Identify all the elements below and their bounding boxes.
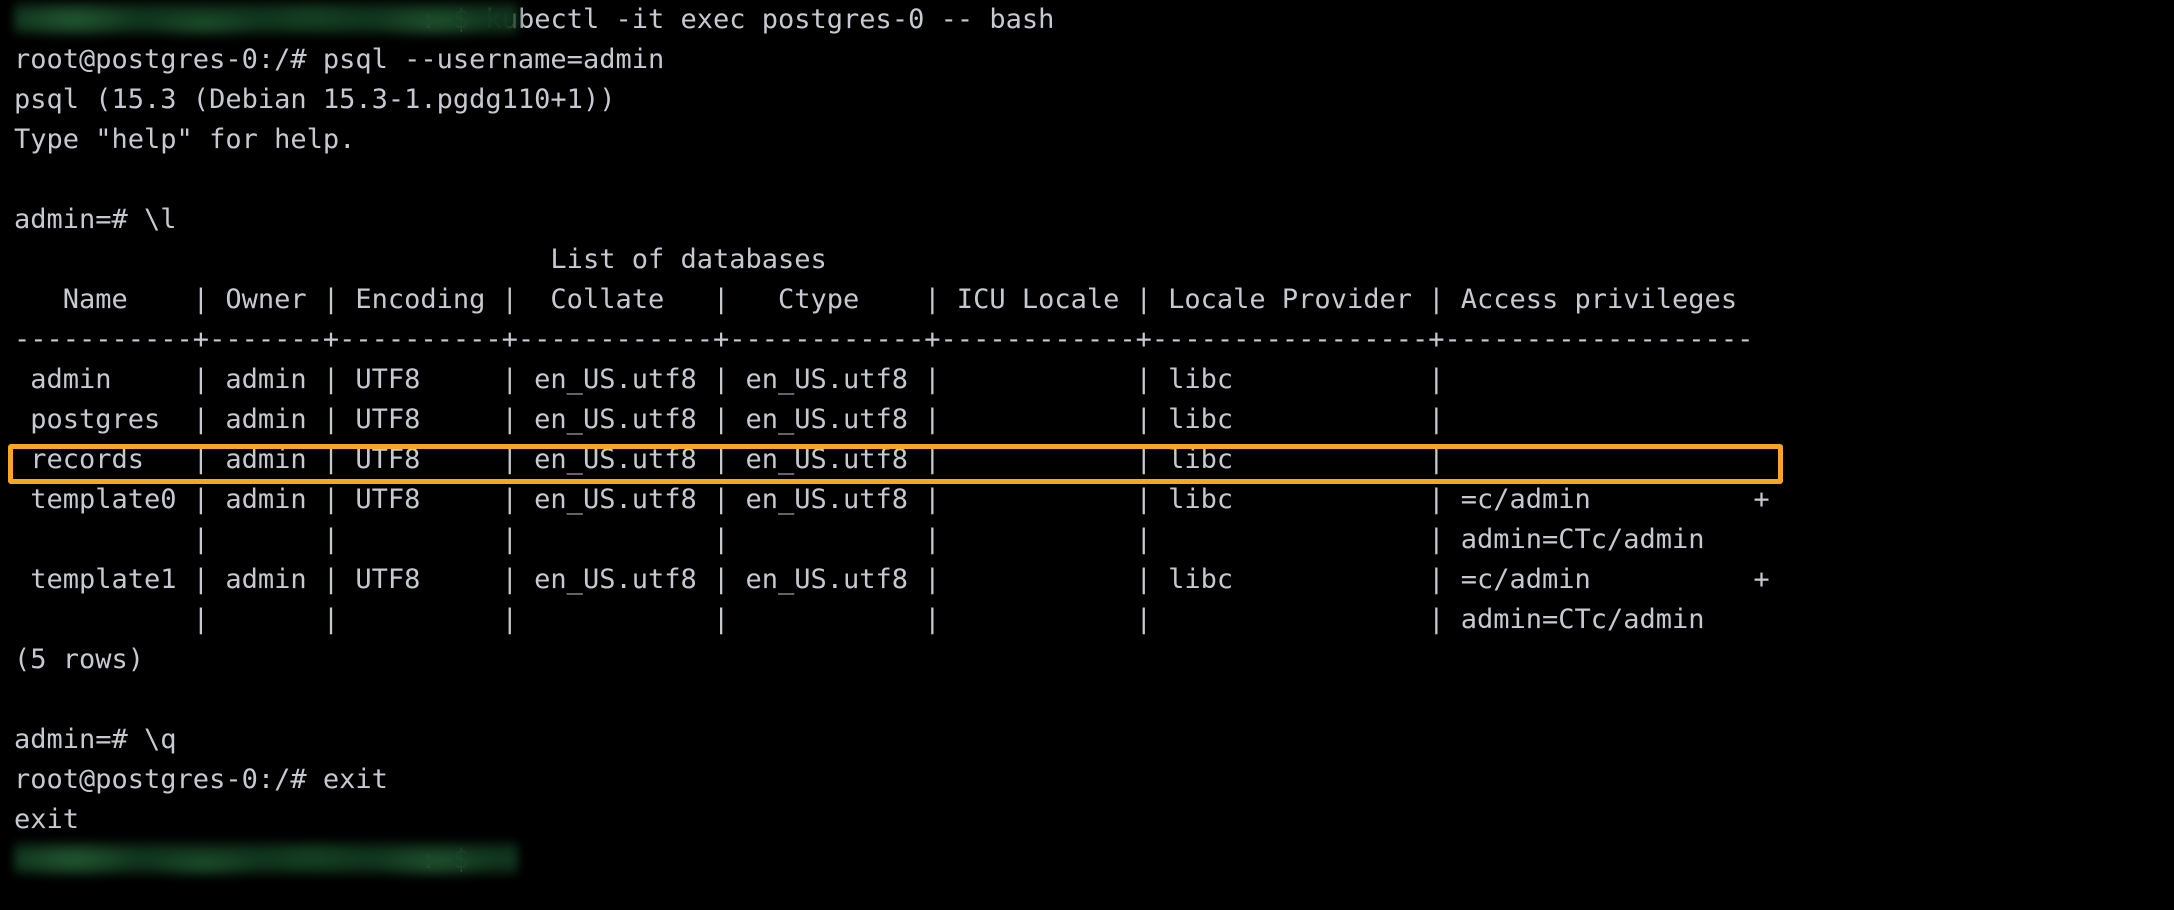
terminal-line-text: | | | | | | | admin=CTc/admin: [14, 524, 1705, 555]
terminal-line-text: (5 rows): [14, 644, 145, 675]
terminal-line: template0 | admin | UTF8 | en_US.utf8 | …: [14, 480, 1770, 520]
terminal-line-text: records | admin | UTF8 | en_US.utf8 | en…: [14, 444, 1445, 475]
prompt-colon: :: [420, 844, 437, 875]
terminal-line-text: root@postgres-0:/# psql --username=admin: [14, 44, 665, 75]
terminal-line: admin | admin | UTF8 | en_US.utf8 | en_U…: [14, 360, 1770, 400]
redacted-prompt-spacer: [14, 844, 420, 875]
prompt-colon: :: [420, 4, 437, 35]
terminal-line-text: Name | Owner | Encoding | Collate | Ctyp…: [14, 284, 1738, 315]
terminal-line-text: Type "help" for help.: [14, 124, 356, 155]
terminal-line-text: -----------+-------+----------+---------…: [14, 324, 1754, 355]
terminal-line: root@postgres-0:/# exit: [14, 760, 1770, 800]
terminal-line: psql (15.3 (Debian 15.3-1.pgdg110+1)): [14, 80, 1770, 120]
terminal-line-text: template1 | admin | UTF8 | en_US.utf8 | …: [14, 564, 1770, 595]
terminal-line: Type "help" for help.: [14, 120, 1770, 160]
terminal-line: postgres | admin | UTF8 | en_US.utf8 | e…: [14, 400, 1770, 440]
terminal-line-text: admin=# \l: [14, 204, 177, 235]
terminal-line-text: exit: [14, 804, 80, 835]
terminal-line-text: root@postgres-0:/# exit: [14, 764, 388, 795]
prompt-tilde: ~: [436, 4, 453, 35]
terminal-line: records | admin | UTF8 | en_US.utf8 | en…: [14, 440, 1770, 480]
terminal-line: | | | | | | | admin=CTc/admin: [14, 600, 1770, 640]
terminal-line: exit: [14, 800, 1770, 840]
terminal-text-buffer: :~$ kubectl -it exec postgres-0 -- bash r…: [14, 0, 1770, 880]
terminal-window[interactable]: :~$ kubectl -it exec postgres-0 -- bash r…: [0, 0, 2174, 910]
terminal-line: -----------+-------+----------+---------…: [14, 320, 1770, 360]
prompt-rest: $: [452, 844, 470, 875]
prompt-rest: $ kubectl -it exec postgres-0 -- bash: [452, 4, 1055, 35]
terminal-line-text: admin | admin | UTF8 | en_US.utf8 | en_U…: [14, 364, 1445, 395]
terminal-line-text: psql (15.3 (Debian 15.3-1.pgdg110+1)): [14, 84, 616, 115]
terminal-line: | | | | | | | admin=CTc/admin: [14, 520, 1770, 560]
terminal-line: :~$ kubectl -it exec postgres-0 -- bash: [14, 0, 1770, 40]
terminal-line: root@postgres-0:/# psql --username=admin: [14, 40, 1770, 80]
terminal-line: List of databases: [14, 240, 1770, 280]
terminal-line: admin=# \q: [14, 720, 1770, 760]
terminal-line-text: template0 | admin | UTF8 | en_US.utf8 | …: [14, 484, 1770, 515]
terminal-line: admin=# \l: [14, 200, 1770, 240]
terminal-line: :~$: [14, 840, 1770, 880]
prompt-tilde: ~: [436, 844, 453, 875]
terminal-line: (5 rows): [14, 640, 1770, 680]
terminal-line: template1 | admin | UTF8 | en_US.utf8 | …: [14, 560, 1770, 600]
terminal-line: Name | Owner | Encoding | Collate | Ctyp…: [14, 280, 1770, 320]
terminal-line-text: postgres | admin | UTF8 | en_US.utf8 | e…: [14, 404, 1445, 435]
redacted-prompt-spacer: [14, 4, 420, 35]
terminal-line-text: admin=# \q: [14, 724, 177, 755]
terminal-line-text: List of databases: [14, 244, 827, 275]
terminal-line-text: | | | | | | | admin=CTc/admin: [14, 604, 1705, 635]
